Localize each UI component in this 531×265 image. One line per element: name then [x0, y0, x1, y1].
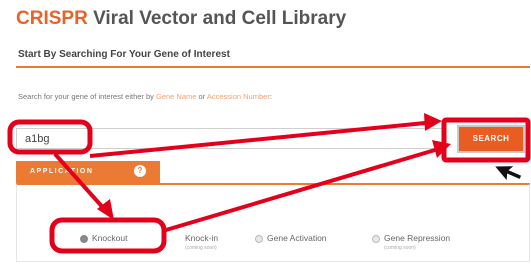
search-button[interactable]: SEARCH — [457, 125, 525, 153]
gene-repression-radio[interactable] — [372, 234, 380, 243]
application-tab-label: APPLICATION — [30, 168, 94, 175]
option-gene-repression[interactable]: Gene Repression (coming soon) — [372, 233, 451, 251]
section-title: Start By Searching For Your Gene of Inte… — [18, 49, 230, 60]
option-gene-activation[interactable]: Gene Activation — [255, 233, 327, 243]
option-subtext: (coming soon) — [384, 245, 416, 251]
option-knock-in[interactable]: Knock-in (coming soon) — [185, 233, 219, 251]
option-label: Knockout — [92, 233, 128, 243]
info-icon[interactable]: ? — [134, 165, 146, 177]
option-knockout[interactable]: Knockout — [80, 233, 127, 243]
gene-name-link[interactable]: Gene Name — [156, 92, 196, 101]
cursor-arrow-icon — [493, 165, 523, 183]
intro-text-after: : — [269, 92, 272, 101]
section-divider — [16, 66, 530, 68]
application-panel — [16, 183, 530, 262]
intro-text-middle: or — [196, 92, 207, 101]
application-tab[interactable]: APPLICATION ? — [16, 161, 160, 183]
option-label: Knock-in — [185, 233, 219, 243]
title-brand: CRISPR — [16, 8, 88, 29]
page-title: CRISPR Viral Vector and Cell Library — [16, 8, 346, 30]
title-rest: Viral Vector and Cell Library — [87, 8, 347, 29]
gene-search-input[interactable] — [16, 128, 444, 149]
accession-number-link[interactable]: Accession Number — [207, 92, 270, 101]
option-subtext: (coming soon) — [185, 245, 217, 251]
intro-text-before: Search for your gene of interest either … — [18, 92, 156, 101]
intro-text: Search for your gene of interest either … — [18, 92, 272, 101]
option-label: Gene Repression — [384, 233, 451, 243]
knockout-radio[interactable] — [80, 234, 88, 243]
option-label: Gene Activation — [267, 233, 327, 243]
gene-activation-radio[interactable] — [255, 234, 263, 243]
